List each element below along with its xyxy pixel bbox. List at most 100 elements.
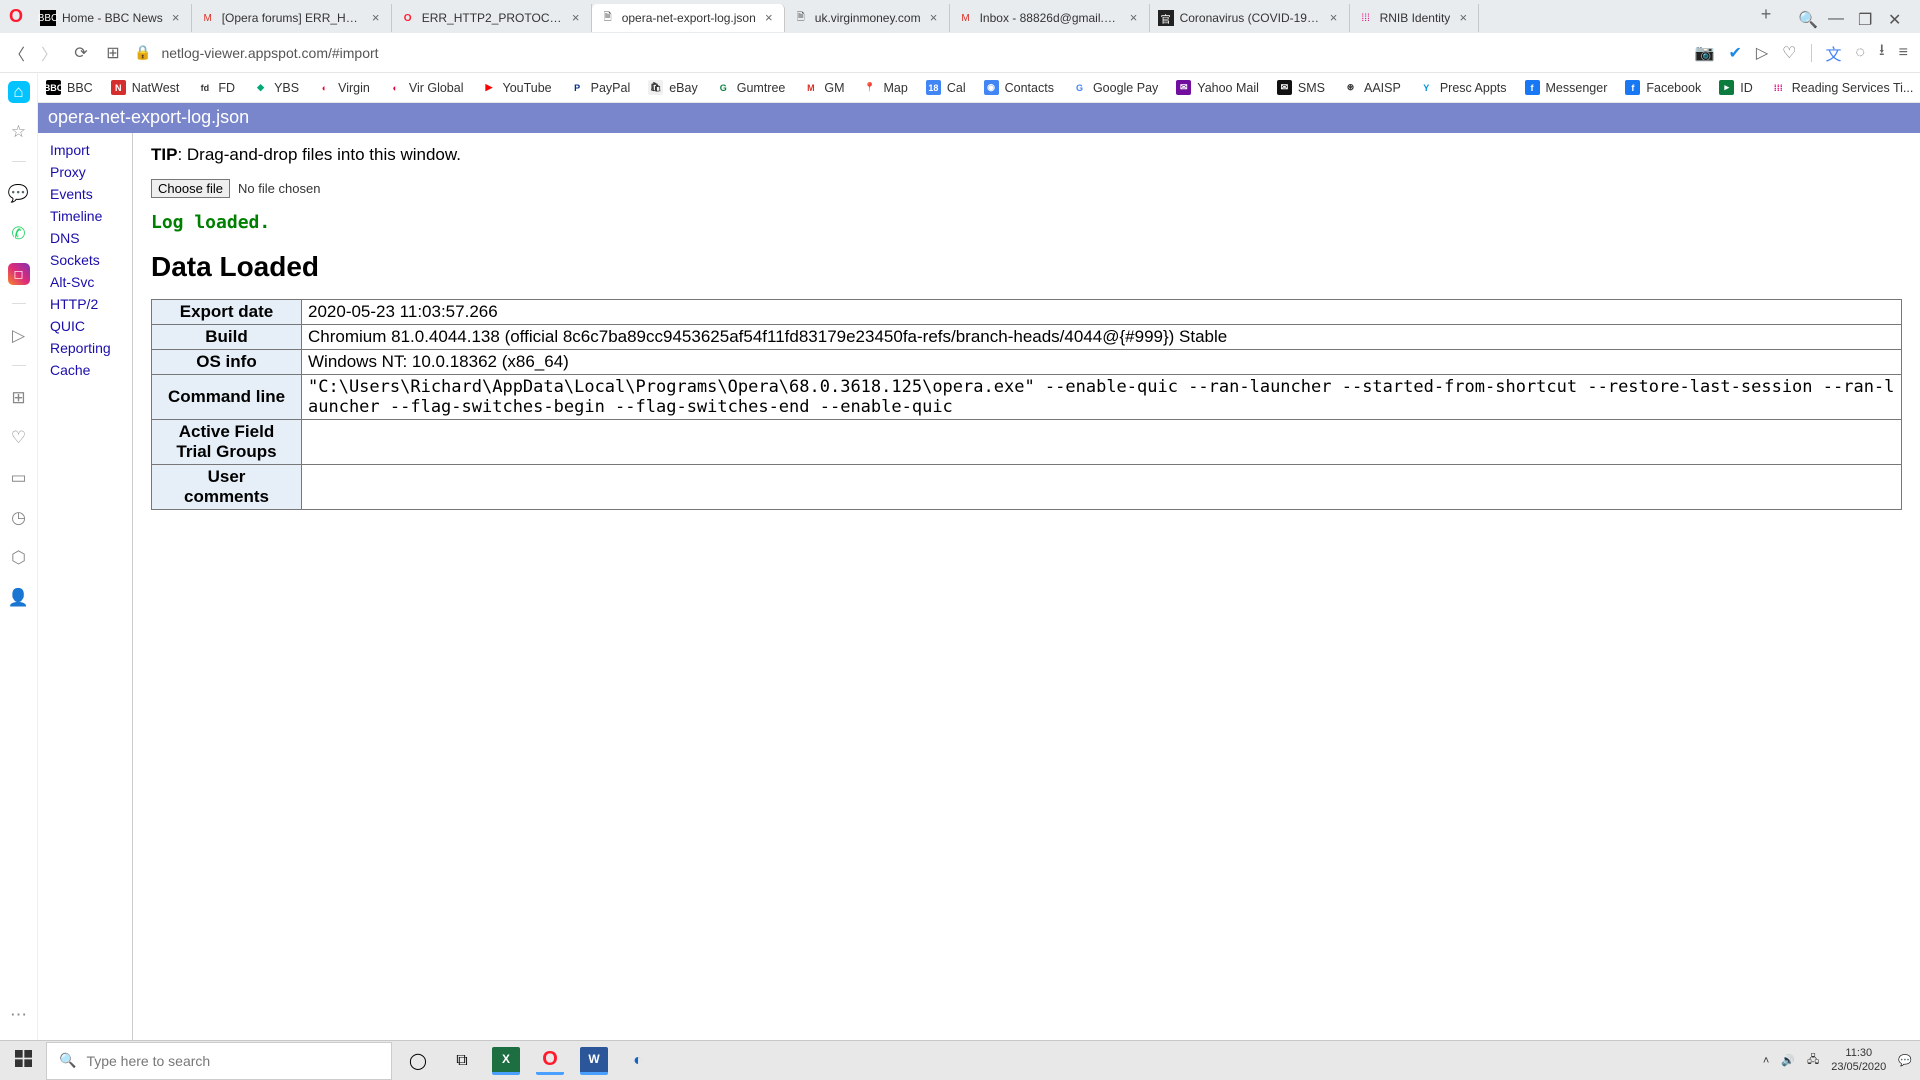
close-tab-icon[interactable]: × xyxy=(569,11,583,25)
browser-tab[interactable]: 官 Coronavirus (COVID-19) in × xyxy=(1150,4,1350,32)
bookmark-item[interactable]: 18Cal xyxy=(926,80,966,95)
opera-logo-icon[interactable]: O xyxy=(0,0,32,33)
opera-taskbar-icon[interactable]: O xyxy=(536,1047,564,1075)
easy-setup-icon[interactable]: ≡ xyxy=(1899,44,1908,62)
netlog-nav-item[interactable]: Timeline xyxy=(50,205,132,227)
send-icon[interactable]: ▷ xyxy=(1756,43,1768,63)
browser-tab[interactable]: BBC Home - BBC News × xyxy=(32,4,192,32)
minimize-button[interactable]: — xyxy=(1828,10,1842,24)
tray-notifications-icon[interactable]: 💬 xyxy=(1898,1054,1912,1067)
bookmark-item[interactable]: 📍Map xyxy=(863,80,908,95)
bookmark-item[interactable]: fdFD xyxy=(197,80,235,95)
sidebar-more-icon[interactable]: ⋯ xyxy=(8,1004,30,1026)
netlog-nav-item[interactable]: Sockets xyxy=(50,249,132,271)
browser-tab[interactable]: 🗎 uk.virginmoney.com × xyxy=(785,4,950,32)
netlog-nav-item[interactable]: HTTP/2 xyxy=(50,293,132,315)
bookmark-item[interactable]: ◉Contacts xyxy=(984,80,1054,95)
new-tab-button[interactable]: + xyxy=(1752,0,1780,33)
tray-clock[interactable]: 11:30 23/05/2020 xyxy=(1831,1047,1886,1073)
netlog-nav-item[interactable]: Events xyxy=(50,183,132,205)
netlog-nav-item[interactable]: QUIC xyxy=(50,315,132,337)
close-window-button[interactable]: ✕ xyxy=(1888,10,1902,24)
tab-title: uk.virginmoney.com xyxy=(815,11,921,25)
maximize-button[interactable]: ❐ xyxy=(1858,10,1872,24)
choose-file-button[interactable]: Choose file xyxy=(151,179,230,198)
bookmark-item[interactable]: GGumtree xyxy=(716,80,786,95)
cortana-icon[interactable]: ◯ xyxy=(404,1047,432,1075)
lock-icon[interactable]: 🔒 xyxy=(134,44,151,61)
home-sidebar-icon[interactable]: ⌂ xyxy=(8,81,30,103)
browser-tab[interactable]: 🗎 opera-net-export-log.json × xyxy=(592,4,785,32)
news-sidebar-icon[interactable]: ▭ xyxy=(8,467,30,489)
snapshot-icon[interactable]: 📷 xyxy=(1695,43,1715,63)
tray-network-icon[interactable]: 🖧 xyxy=(1807,1051,1819,1070)
start-button[interactable] xyxy=(0,1050,46,1072)
close-tab-icon[interactable]: × xyxy=(762,11,776,25)
flow-sidebar-icon[interactable]: ▷ xyxy=(8,325,30,347)
badge-icon[interactable]: ✔ xyxy=(1728,43,1741,63)
bookmark-item[interactable]: fFacebook xyxy=(1625,80,1701,95)
user-sidebar-icon[interactable]: 👤 xyxy=(8,587,30,609)
bookmark-item[interactable]: ▶YouTube xyxy=(482,80,552,95)
bookmark-item[interactable]: PPayPal xyxy=(570,80,631,95)
history-sidebar-icon[interactable]: ◷ xyxy=(8,507,30,529)
browser-tab[interactable]: M Inbox - 88826d@gmail.com × xyxy=(950,4,1150,32)
word-taskbar-icon[interactable]: W xyxy=(580,1047,608,1075)
browser-tab[interactable]: ⁞⁞⁞ RNIB Identity × xyxy=(1350,4,1480,32)
reload-button[interactable]: ⟳ xyxy=(72,44,90,62)
browser-tab[interactable]: O ERR_HTTP2_PROTOCOL_ER × xyxy=(392,4,592,32)
heart-icon[interactable]: ♡ xyxy=(1782,43,1796,63)
bookmark-item[interactable]: ◐Vir Global xyxy=(388,80,464,95)
heart-sidebar-icon[interactable]: ♡ xyxy=(8,427,30,449)
bookmark-icon: f xyxy=(1625,80,1640,95)
download-icon[interactable]: ⭳ xyxy=(1879,39,1885,66)
bookmark-item[interactable]: 🛍eBay xyxy=(648,80,698,95)
close-tab-icon[interactable]: × xyxy=(1127,11,1141,25)
netlog-nav-item[interactable]: Reporting xyxy=(50,337,132,359)
tray-volume-icon[interactable]: 🔊 xyxy=(1781,1054,1795,1067)
close-tab-icon[interactable]: × xyxy=(927,11,941,25)
bookmark-item[interactable]: ✉Yahoo Mail xyxy=(1176,80,1259,95)
bookmark-item[interactable]: ⊛AAISP xyxy=(1343,80,1401,95)
extensions-sidebar-icon[interactable]: ⬡ xyxy=(8,547,30,569)
bookmark-item[interactable]: NNatWest xyxy=(111,80,180,95)
search-tabs-icon[interactable]: 🔍 xyxy=(1798,10,1812,24)
tray-chevron-icon[interactable]: ˄ xyxy=(1763,1055,1769,1067)
bookmarks-sidebar-icon[interactable]: ☆ xyxy=(8,121,30,143)
url-field[interactable]: 🔒 netlog-viewer.appspot.com/#import xyxy=(134,44,1683,61)
forward-button[interactable]: 〉 xyxy=(40,44,58,62)
bookmark-item[interactable]: ◐Virgin xyxy=(317,80,370,95)
back-button[interactable]: 〈 xyxy=(8,44,26,62)
close-tab-icon[interactable]: × xyxy=(1456,11,1470,25)
netlog-nav-item[interactable]: Alt-Svc xyxy=(50,271,132,293)
messenger-sidebar-icon[interactable]: 💬 xyxy=(8,183,30,205)
excel-taskbar-icon[interactable]: X xyxy=(492,1047,520,1075)
whatsapp-sidebar-icon[interactable]: ✆ xyxy=(8,223,30,245)
bookmark-item[interactable]: BBCBBC xyxy=(46,80,93,95)
workspaces-sidebar-icon[interactable]: ⊞ xyxy=(8,387,30,409)
netlog-nav-item[interactable]: Cache xyxy=(50,359,132,381)
app-taskbar-icon[interactable]: ◐ xyxy=(624,1047,652,1075)
bookmark-item[interactable]: ▸ID xyxy=(1719,80,1753,95)
bookmark-item[interactable]: YPresc Appts xyxy=(1419,80,1507,95)
browser-tab[interactable]: M [Opera forums] ERR_HTTP2 × xyxy=(192,4,392,32)
translate-icon[interactable]: 文 xyxy=(1826,41,1842,65)
close-tab-icon[interactable]: × xyxy=(1327,11,1341,25)
bookmark-item[interactable]: fMessenger xyxy=(1525,80,1608,95)
close-tab-icon[interactable]: × xyxy=(369,11,383,25)
netlog-nav-item[interactable]: Import xyxy=(50,139,132,161)
bookmark-item[interactable]: ◆YBS xyxy=(253,80,299,95)
close-tab-icon[interactable]: × xyxy=(169,11,183,25)
taskbar-search[interactable]: 🔍 Type here to search xyxy=(46,1042,392,1080)
netlog-nav-item[interactable]: Proxy xyxy=(50,161,132,183)
instagram-sidebar-icon[interactable]: ◻ xyxy=(8,263,30,285)
speed-dial-button[interactable]: ⊞ xyxy=(104,44,122,62)
row-label: Command line xyxy=(152,375,302,420)
task-view-icon[interactable]: ⧉ xyxy=(448,1047,476,1075)
bookmark-item[interactable]: ⁞⁞⁞Reading Services Ti... xyxy=(1771,80,1914,95)
netlog-nav-item[interactable]: DNS xyxy=(50,227,132,249)
bookmark-item[interactable]: ✉SMS xyxy=(1277,80,1325,95)
bookmark-item[interactable]: GGoogle Pay xyxy=(1072,80,1158,95)
bookmark-item[interactable]: MGM xyxy=(803,80,844,95)
sync-icon[interactable]: ◌ xyxy=(1856,44,1866,62)
